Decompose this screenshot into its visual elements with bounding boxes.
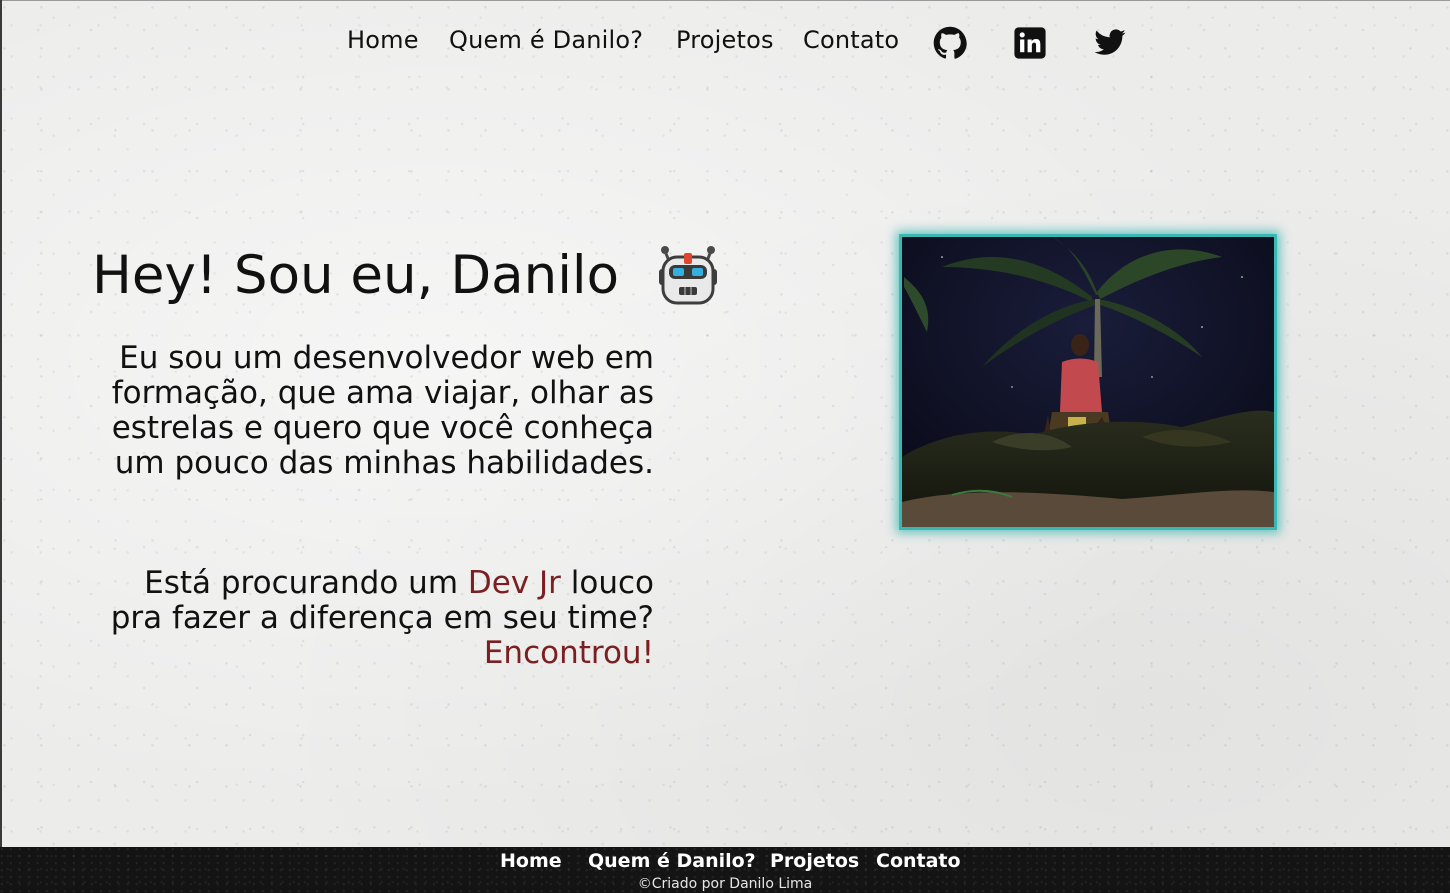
nav-link-about[interactable]: Quem é Danilo? bbox=[449, 26, 643, 54]
linkedin-icon[interactable] bbox=[1013, 26, 1047, 60]
cta-text: Está procurando um Dev Jr louco pra faze… bbox=[100, 566, 654, 671]
top-navigation: Home Quem é Danilo? Projetos Contato bbox=[0, 22, 1450, 62]
footer: Home Quem é Danilo? Projetos Contato ©Cr… bbox=[0, 847, 1450, 893]
nav-link-home[interactable]: Home bbox=[347, 26, 419, 54]
footer-link-about[interactable]: Quem é Danilo? bbox=[588, 850, 756, 872]
robot-icon bbox=[655, 243, 721, 309]
intro-text: Eu sou um desenvolvedor web em formação,… bbox=[111, 340, 654, 481]
github-icon[interactable] bbox=[933, 26, 967, 60]
footer-link-home[interactable]: Home bbox=[500, 850, 562, 872]
footer-link-contact[interactable]: Contato bbox=[876, 850, 961, 872]
profile-photo bbox=[899, 234, 1277, 530]
nav-link-projects[interactable]: Projetos bbox=[676, 26, 774, 54]
cta-highlight-encontrou: Encontrou! bbox=[483, 635, 654, 671]
cta-text-part1: Está procurando um bbox=[144, 565, 468, 601]
cta-highlight-devjr: Dev Jr bbox=[467, 565, 561, 601]
twitter-icon[interactable] bbox=[1093, 26, 1127, 60]
hero-title: Hey! Sou eu, Danilo bbox=[92, 245, 620, 306]
footer-link-projects[interactable]: Projetos bbox=[770, 850, 859, 872]
window-top-edge bbox=[0, 0, 1450, 1]
window-left-edge bbox=[0, 0, 2, 893]
nav-link-contact[interactable]: Contato bbox=[803, 26, 899, 54]
copyright-text: ©Criado por Danilo Lima bbox=[637, 876, 813, 892]
